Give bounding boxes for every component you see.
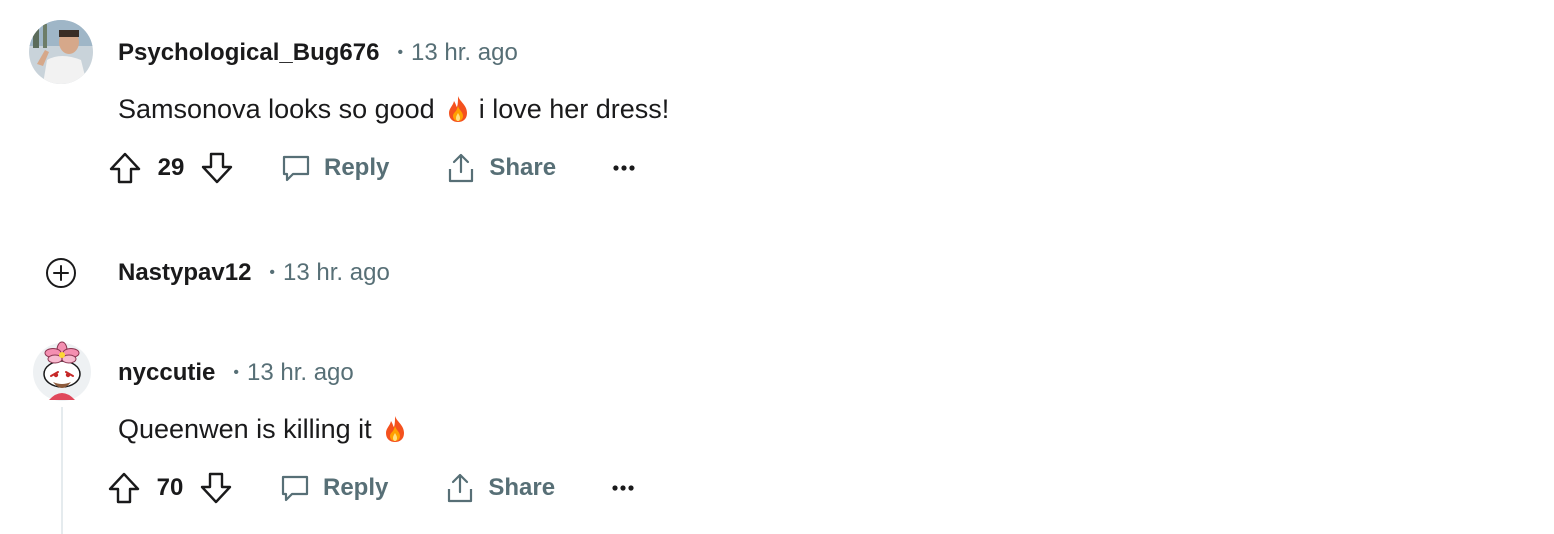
more-options-button[interactable] [612, 164, 636, 172]
ellipsis-icon [612, 485, 634, 491]
comment-bubble-icon [282, 155, 310, 182]
downvote-icon[interactable] [200, 151, 234, 185]
plus-circle-icon [46, 258, 76, 288]
user-avatar[interactable] [31, 338, 93, 402]
timestamp[interactable]: 13 hr. ago [411, 39, 518, 67]
share-button[interactable]: Share [445, 152, 556, 184]
reply-label: Reply [324, 154, 390, 181]
comment-bubble-icon [281, 475, 309, 502]
expand-thread-button[interactable] [45, 257, 77, 289]
more-options-button[interactable] [611, 484, 635, 492]
ellipsis-icon [613, 165, 635, 171]
username-link[interactable]: Psychological_Bug676 [118, 39, 379, 67]
share-icon [449, 153, 474, 183]
comment-meta: Nastypav12 • 13 hr. ago [118, 256, 390, 290]
comment-action-bar: 70 Reply Share [107, 463, 635, 513]
share-button[interactable]: Share [444, 472, 555, 504]
comment-text: Samsonova looks so good [118, 93, 435, 124]
reply-label: Reply [323, 474, 389, 501]
downvote-icon[interactable] [199, 471, 233, 505]
username-link[interactable]: nyccutie [118, 359, 215, 387]
timestamp[interactable]: 13 hr. ago [283, 259, 390, 287]
comment-meta: nyccutie • 13 hr. ago [118, 356, 354, 390]
snoo-avatar-flower-hat-icon [33, 341, 91, 401]
thread-line[interactable] [61, 407, 63, 534]
meta-separator: • [397, 44, 404, 61]
fire-emoji-icon [382, 415, 408, 443]
meta-separator: • [269, 264, 276, 281]
reply-button[interactable]: Reply [279, 472, 388, 504]
vote-score: 70 [156, 474, 184, 501]
comment-action-bar: 29 Reply Share [108, 143, 636, 193]
comment-body: Samsonova looks so good i love her dress… [118, 90, 669, 128]
user-photo-avatar-icon [29, 20, 93, 84]
meta-separator: • [233, 364, 239, 381]
share-label: Share [489, 154, 557, 181]
upvote-icon[interactable] [108, 151, 142, 185]
user-avatar[interactable] [29, 20, 93, 84]
reply-button[interactable]: Reply [280, 152, 389, 184]
upvote-icon[interactable] [107, 471, 141, 505]
share-label: Share [488, 474, 556, 501]
share-icon [448, 473, 473, 503]
vote-score: 29 [157, 154, 185, 181]
timestamp[interactable]: 13 hr. ago [247, 359, 354, 387]
comment-text-continued: i love her dress! [478, 93, 670, 124]
fire-emoji-icon [445, 95, 471, 123]
comment-meta: Psychological_Bug676 • 13 hr. ago [118, 36, 518, 70]
comment-body: Queenwen is killing it [118, 410, 414, 448]
username-link[interactable]: Nastypav12 [118, 259, 251, 287]
comment-text: Queenwen is killing it [118, 413, 372, 444]
